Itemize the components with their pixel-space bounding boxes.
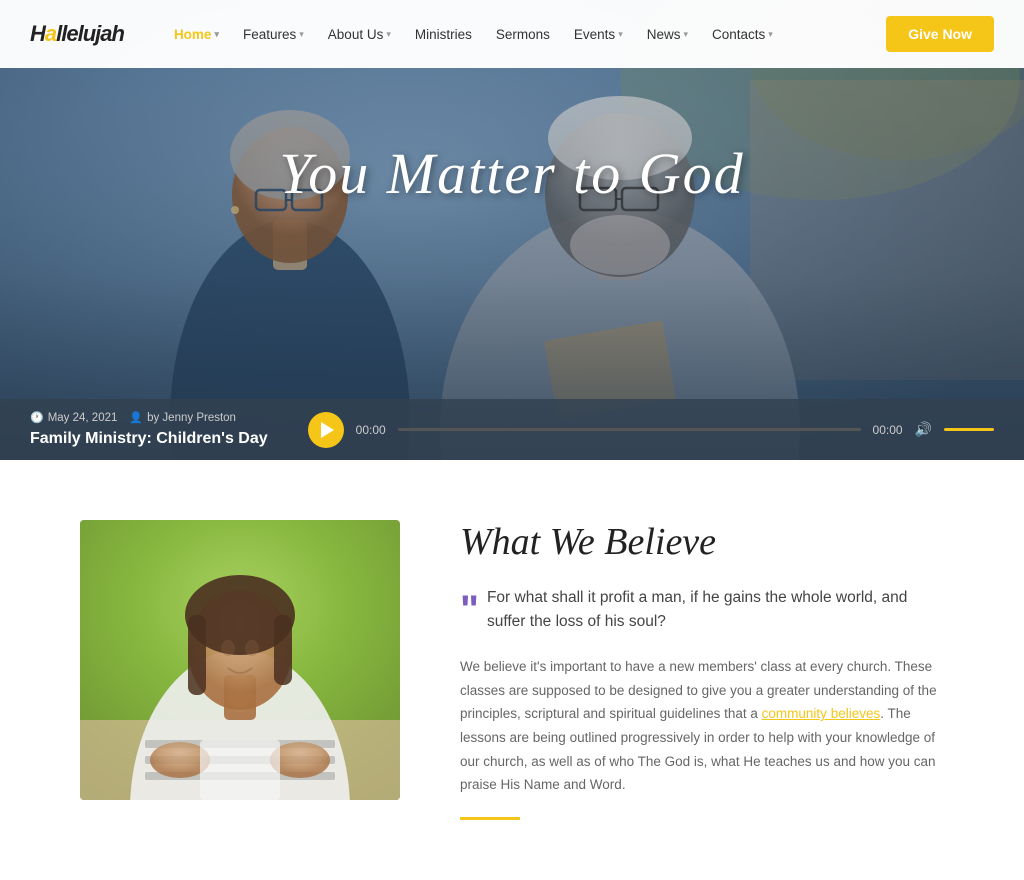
chevron-down-icon: ▾ [683, 29, 688, 40]
volume-bar[interactable] [944, 428, 994, 431]
blockquote-text: For what shall it profit a man, if he ga… [487, 586, 944, 636]
audio-end-time: 00:00 [873, 423, 903, 437]
hero-background [0, 0, 1024, 460]
navbar: Hallelujah Home ▾ Features ▾ About Us ▾ … [0, 0, 1024, 68]
hero-image [0, 0, 1024, 460]
site-logo[interactable]: Hallelujah [30, 21, 124, 47]
nav-links: Home ▾ Features ▾ About Us ▾ Ministries … [164, 19, 886, 50]
nav-link-features[interactable]: Features ▾ [233, 19, 314, 50]
hero-meta: 🕐 May 24, 2021 👤 by Jenny Preston Family… [30, 411, 268, 448]
hero-section: You Matter to God 🕐 May 24, 2021 👤 by Je… [0, 0, 1024, 460]
hero-post-title: Family Ministry: Children's Day [30, 430, 268, 448]
chevron-down-icon: ▾ [618, 29, 623, 40]
nav-item-about[interactable]: About Us ▾ [318, 19, 401, 50]
chevron-down-icon: ▾ [768, 29, 773, 40]
nav-item-news[interactable]: News ▾ [637, 19, 698, 50]
chevron-down-icon: ▾ [214, 29, 219, 40]
nav-item-sermons[interactable]: Sermons [486, 19, 560, 50]
nav-link-home[interactable]: Home ▾ [164, 19, 229, 50]
clock-icon: 🕐 [30, 411, 44, 424]
content-text: What We Believe " For what shall it prof… [460, 520, 944, 820]
hero-author: 👤 by Jenny Preston [129, 411, 236, 424]
play-button[interactable] [308, 412, 344, 448]
chevron-down-icon: ▾ [386, 29, 391, 40]
give-now-button[interactable]: Give Now [886, 16, 994, 52]
audio-progress-bar[interactable] [398, 428, 861, 431]
hero-meta-info: 🕐 May 24, 2021 👤 by Jenny Preston [30, 411, 268, 424]
content-body: We believe it's important to have a new … [460, 655, 944, 797]
hero-bottom-card: 🕐 May 24, 2021 👤 by Jenny Preston Family… [0, 399, 1024, 460]
nav-item-features[interactable]: Features ▾ [233, 19, 314, 50]
content-image [80, 520, 400, 800]
quote-mark-icon: " [460, 594, 479, 626]
content-image-svg [80, 520, 400, 800]
chevron-down-icon: ▾ [299, 29, 304, 40]
hero-title: You Matter to God [0, 140, 1024, 207]
nav-link-sermons[interactable]: Sermons [486, 19, 560, 50]
blockquote: " For what shall it profit a man, if he … [460, 586, 944, 636]
nav-link-contacts[interactable]: Contacts ▾ [702, 19, 783, 50]
nav-link-events[interactable]: Events ▾ [564, 19, 633, 50]
section-title: What We Believe [460, 520, 944, 566]
nav-link-ministries[interactable]: Ministries [405, 19, 482, 50]
community-believes-link[interactable]: community believes [762, 706, 881, 721]
volume-icon[interactable]: 🔊 [915, 421, 932, 438]
nav-item-contacts[interactable]: Contacts ▾ [702, 19, 783, 50]
nav-item-home[interactable]: Home ▾ [164, 19, 229, 50]
content-section: What We Believe " For what shall it prof… [0, 460, 1024, 880]
audio-player: 00:00 00:00 🔊 [308, 412, 994, 448]
hero-date: 🕐 May 24, 2021 [30, 411, 117, 424]
nav-item-events[interactable]: Events ▾ [564, 19, 633, 50]
nav-link-about[interactable]: About Us ▾ [318, 19, 401, 50]
accent-divider [460, 817, 520, 820]
user-icon: 👤 [129, 411, 143, 424]
nav-item-ministries[interactable]: Ministries [405, 19, 482, 50]
nav-link-news[interactable]: News ▾ [637, 19, 698, 50]
audio-current-time: 00:00 [356, 423, 386, 437]
